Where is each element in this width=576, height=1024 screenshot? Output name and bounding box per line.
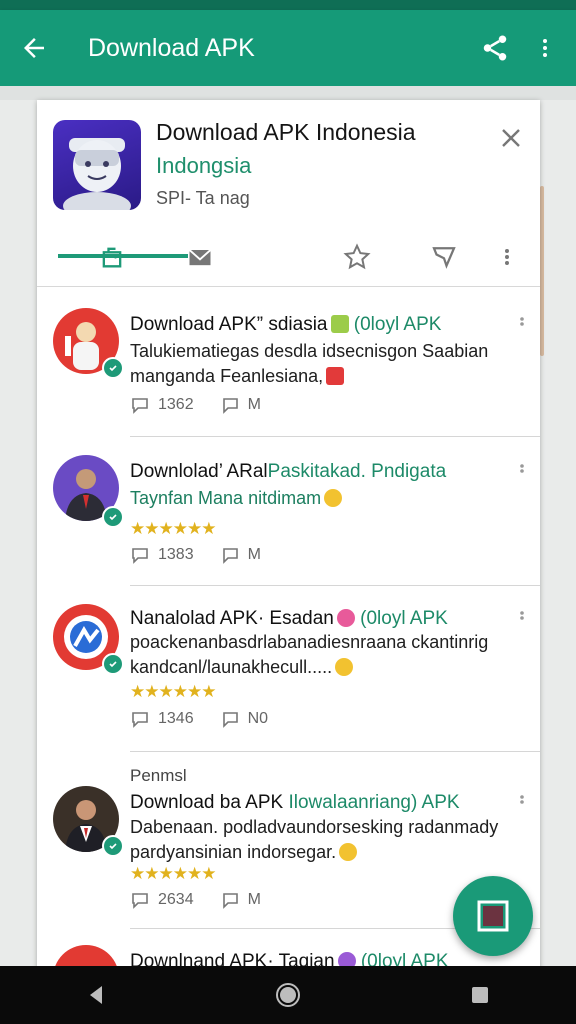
like-count[interactable]: 1383: [130, 546, 194, 564]
star-rating: ★★★★★★: [130, 519, 216, 538]
list-item[interactable]: Downlolad’ ARalPaskitakad. Pndigata Tayn…: [37, 437, 540, 586]
system-nav-bar: [0, 966, 576, 1024]
post-tag: Penmsl: [130, 766, 187, 785]
nav-back-icon: [90, 986, 102, 1004]
floating-action-button[interactable]: [453, 876, 533, 956]
overflow-menu-button[interactable]: [520, 10, 570, 86]
app-detail-card: Download APK Indonesia Indongsia SPI- Ta…: [37, 100, 540, 980]
verified-badge: [102, 653, 124, 675]
verified-badge: [102, 357, 124, 379]
smile-emoji-icon: [324, 489, 343, 507]
reply-icon: [222, 712, 238, 728]
tab-share[interactable]: [409, 228, 479, 286]
like-count[interactable]: 1346: [130, 710, 194, 728]
post-title: Download APK” sdiasia (0loyl APK: [130, 314, 442, 335]
tabs-divider: [37, 286, 540, 287]
smile-emoji-icon: [335, 658, 354, 676]
check-icon: [109, 365, 117, 372]
reply-icon: [222, 893, 238, 909]
send-icon: [432, 247, 456, 269]
app-developer: SPI- Ta nag: [156, 188, 250, 208]
post-stats: 1346 N0: [130, 710, 294, 728]
post-more-button[interactable]: [515, 792, 529, 812]
post-more-button[interactable]: [515, 608, 529, 628]
app-bar: Download APK: [0, 10, 576, 86]
star-rating: ★★★★★★: [130, 682, 216, 701]
app-header: Download APK Indonesia Indongsia SPI- Ta…: [37, 100, 540, 287]
post-stats: 2634 M: [130, 891, 287, 909]
nav-home-button[interactable]: [258, 966, 318, 1024]
comment-icon: [132, 893, 148, 909]
post-title: Downlolad’ ARalPaskitakad. Pndigata: [130, 461, 447, 482]
reply-count[interactable]: M: [220, 396, 261, 414]
list-item[interactable]: Nanalolad APK· Esadan (0loyl APK poacken…: [37, 586, 540, 752]
nav-back-button[interactable]: [66, 966, 126, 1024]
arrow-back-icon: [24, 38, 44, 58]
comment-icon: [132, 712, 148, 728]
more-vertical-icon: [505, 249, 509, 265]
post-stats: 1383 M: [130, 546, 287, 564]
nav-recents-button[interactable]: [450, 966, 510, 1024]
share-icon: [483, 35, 507, 61]
square-icon: [477, 900, 509, 932]
like-count[interactable]: 2634: [130, 891, 194, 909]
post-feed: Download APK” sdiasia (0loyl APK Talukie…: [37, 290, 540, 980]
post-stats: 1362 M: [130, 396, 287, 414]
post-body: Talukiematiegas desdla idsecnisgon Saabi…: [130, 341, 489, 386]
mail-icon: [188, 249, 212, 266]
check-icon: [109, 514, 117, 521]
post-title: Nanalolad APK· Esadan (0loyl APK: [130, 608, 448, 629]
smile-emoji-icon: [339, 843, 358, 861]
tab-more[interactable]: [492, 228, 522, 286]
post-body: Dabenaan. podladvaundorsesking radanmady…: [130, 817, 499, 862]
more-vertical-icon: [520, 795, 524, 804]
post-more-button[interactable]: [515, 461, 529, 481]
more-vertical-icon: [520, 464, 524, 473]
app-title: Download APK Indonesia: [156, 119, 416, 145]
comment-icon: [132, 548, 148, 564]
tab-indicator: [58, 254, 188, 258]
more-vertical-icon: [543, 39, 547, 57]
reply-icon: [222, 398, 238, 414]
reply-count[interactable]: M: [220, 891, 261, 909]
red-emoji-icon: [326, 367, 345, 385]
app-bar-title: Download APK: [88, 33, 255, 62]
emoji-icon: [336, 609, 355, 627]
comment-icon: [132, 398, 148, 414]
nav-home-icon: [276, 983, 300, 1007]
money-emoji-icon: [330, 315, 349, 333]
more-vertical-icon: [520, 611, 524, 620]
reply-icon: [222, 548, 238, 564]
post-title: Download ba APK Ilowalaanriang) APK: [130, 792, 460, 813]
status-bar: [0, 0, 576, 10]
share-button[interactable]: [470, 10, 520, 86]
star-icon: [343, 243, 371, 270]
star-rating: ★★★★★★: [130, 864, 216, 883]
post-body: Taynfan Mana nitdimam: [130, 486, 520, 511]
nav-recents-icon: [472, 987, 488, 1003]
check-icon: [109, 661, 117, 668]
back-button[interactable]: [4, 10, 64, 86]
close-button[interactable]: [493, 120, 529, 156]
background-strip: [0, 86, 576, 100]
app-icon: [53, 120, 141, 210]
verified-badge: [102, 506, 124, 528]
check-icon: [109, 843, 117, 850]
app-subtitle: Indongsia: [156, 153, 252, 178]
list-item[interactable]: Download APK” sdiasia (0loyl APK Talukie…: [37, 290, 540, 437]
post-more-button[interactable]: [515, 314, 529, 334]
post-body: poackenanbasdrlabanadiesnraana ckantinri…: [130, 632, 489, 677]
close-icon: [502, 129, 520, 147]
reply-count[interactable]: M: [220, 546, 261, 564]
reply-count[interactable]: N0: [220, 710, 268, 728]
like-count[interactable]: 1362: [130, 396, 194, 414]
side-accent: [540, 186, 544, 356]
verified-badge: [102, 835, 124, 857]
more-vertical-icon: [520, 317, 524, 326]
robot-mascot-icon: [63, 138, 131, 210]
tab-favorites[interactable]: [322, 228, 392, 286]
